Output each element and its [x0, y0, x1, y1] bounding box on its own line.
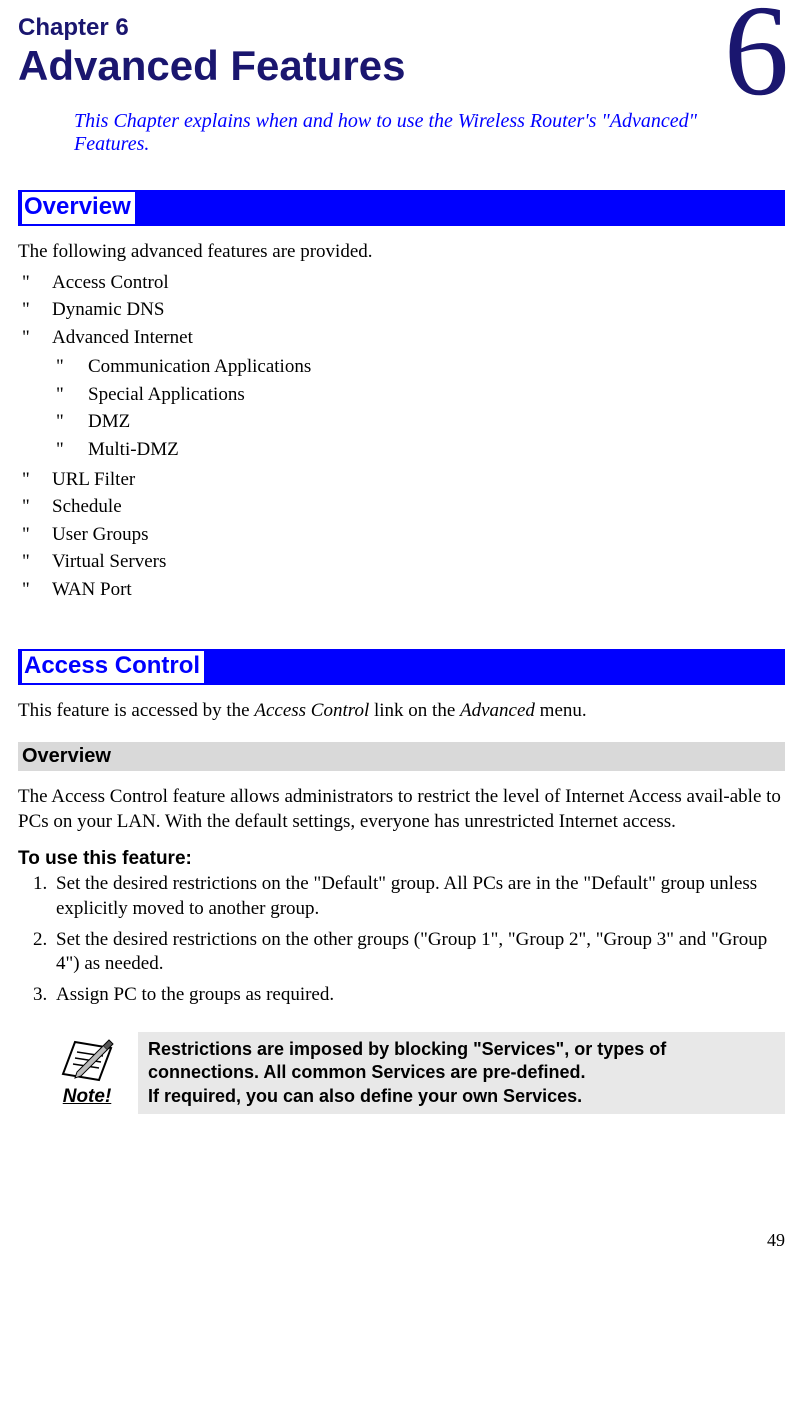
- list-item-label: Communication Applications: [88, 356, 311, 377]
- section-heading-overview-label: Overview: [22, 192, 135, 224]
- list-item-label: DMZ: [88, 411, 130, 432]
- chapter-label: Chapter 6: [18, 10, 785, 42]
- list-item: Access Control: [18, 269, 785, 297]
- list-item-label: WAN Port: [52, 579, 132, 600]
- list-item: Dynamic DNS: [18, 296, 785, 324]
- feature-list: Access Control Dynamic DNS Advanced Inte…: [18, 269, 785, 604]
- list-item: Schedule: [18, 493, 785, 521]
- step-text: Set the desired restrictions on the othe…: [56, 929, 767, 975]
- note-callout: Note! Restrictions are imposed by blocki…: [48, 1032, 785, 1114]
- list-item-label: Schedule: [52, 496, 122, 517]
- list-item-label: Multi-DMZ: [88, 439, 179, 460]
- list-item: URL Filter: [18, 466, 785, 494]
- note-text: Restrictions are imposed by blocking "Se…: [138, 1032, 785, 1114]
- section-heading-overview: Overview: [18, 190, 785, 226]
- list-item: Assign PC to the groups as required.: [52, 983, 785, 1008]
- list-item: User Groups: [18, 521, 785, 549]
- list-item: Set the desired restrictions on the othe…: [52, 928, 785, 977]
- list-item-label: URL Filter: [52, 469, 135, 490]
- step-text: Assign PC to the groups as required.: [56, 984, 334, 1005]
- overview-intro-text: The following advanced features are prov…: [18, 240, 785, 265]
- access-control-intro: This feature is accessed by the Access C…: [18, 699, 785, 724]
- page-number: 49: [0, 1134, 803, 1251]
- text-fragment-italic: Access Control: [254, 700, 369, 721]
- chapter-number-ornament: 6: [724, 0, 789, 116]
- steps-list: Set the desired restrictions on the "Def…: [18, 872, 785, 1007]
- list-item: Special Applications: [52, 381, 785, 409]
- note-icon-label: Note!: [48, 1086, 126, 1108]
- list-item-label: User Groups: [52, 524, 149, 545]
- section-heading-access-control-label: Access Control: [22, 651, 204, 683]
- list-item-label: Advanced Internet: [52, 327, 193, 348]
- list-item-label: Virtual Servers: [52, 551, 166, 572]
- text-fragment-italic: Advanced: [460, 700, 535, 721]
- list-item: Advanced Internet Communication Applicat…: [18, 324, 785, 464]
- howto-heading: To use this feature:: [18, 848, 785, 870]
- text-fragment: link on the: [369, 700, 460, 721]
- list-item-label: Special Applications: [88, 384, 245, 405]
- feature-sublist: Communication Applications Special Appli…: [52, 353, 785, 463]
- list-item: Multi-DMZ: [52, 436, 785, 464]
- list-item-label: Access Control: [52, 272, 169, 293]
- note-icon: Note!: [48, 1038, 126, 1108]
- text-fragment: menu.: [535, 700, 587, 721]
- step-text: Set the desired restrictions on the "Def…: [56, 873, 757, 919]
- list-item: Communication Applications: [52, 353, 785, 381]
- list-item: Virtual Servers: [18, 548, 785, 576]
- access-control-overview-text: The Access Control feature allows admini…: [18, 785, 785, 834]
- list-item: DMZ: [52, 408, 785, 436]
- list-item: Set the desired restrictions on the "Def…: [52, 872, 785, 921]
- subsection-heading-overview: Overview: [18, 742, 785, 771]
- list-item-label: Dynamic DNS: [52, 299, 164, 320]
- chapter-intro: This Chapter explains when and how to us…: [74, 110, 725, 156]
- chapter-title: Advanced Features: [18, 42, 785, 90]
- list-item: WAN Port: [18, 576, 785, 604]
- text-fragment: This feature is accessed by the: [18, 700, 254, 721]
- section-heading-access-control: Access Control: [18, 649, 785, 685]
